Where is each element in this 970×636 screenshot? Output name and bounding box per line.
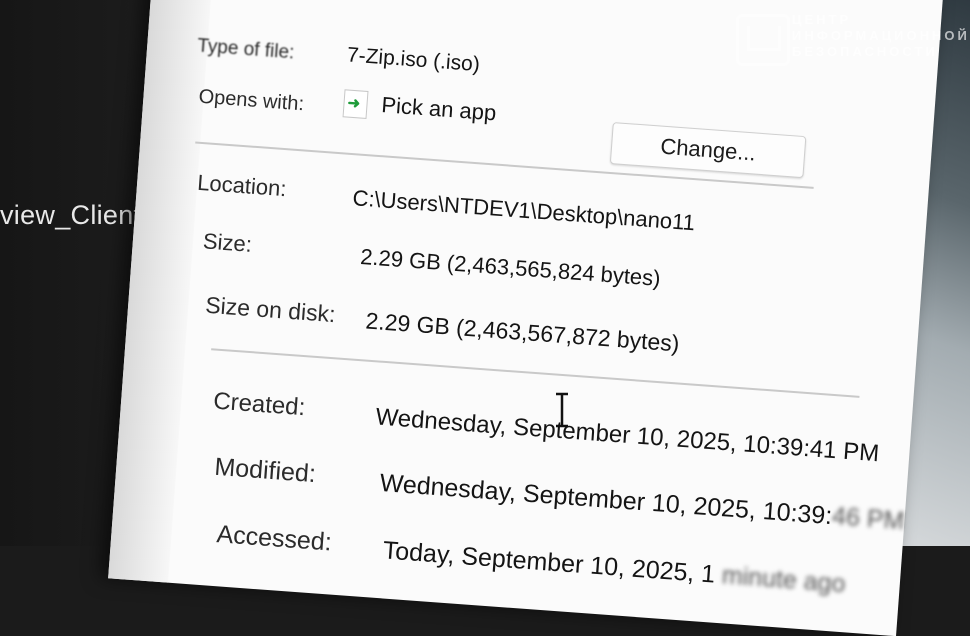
watermark-logo-icon xyxy=(736,14,790,66)
location-value[interactable]: C:\Users\NTDEV1\Desktop\nano11 xyxy=(352,185,696,236)
watermark-line-1: ЦЕНТР xyxy=(792,12,852,27)
modified-value-text: Wednesday, September 10, 2025, 10:39: xyxy=(378,468,834,531)
size-value[interactable]: 2.29 GB (2,463,565,824 bytes) xyxy=(359,244,661,292)
change-button[interactable]: Change... xyxy=(609,122,807,179)
watermark-line-3: БЕЗОПАСНОСТИ xyxy=(792,44,938,59)
modified-value[interactable]: Wednesday, September 10, 2025, 10:39:46 … xyxy=(379,469,906,536)
created-label: Created: xyxy=(212,387,307,422)
created-value[interactable]: Wednesday, September 10, 2025, 10:39:41 … xyxy=(375,403,880,468)
accessed-value-blurred: minute ago xyxy=(721,561,847,599)
size-on-disk-label: Size on disk: xyxy=(204,291,337,328)
opens-with-app: Pick an app xyxy=(380,92,498,126)
location-label: Location: xyxy=(196,169,288,202)
size-on-disk-value[interactable]: 2.29 GB (2,463,567,872 bytes) xyxy=(365,307,681,357)
text-cursor-icon xyxy=(556,392,568,428)
opens-with-label: Opens with: xyxy=(197,85,305,116)
modified-value-blurred: 46 PM xyxy=(831,502,906,536)
pick-app-icon xyxy=(342,89,369,120)
modified-label: Modified: xyxy=(213,452,317,489)
separator-2 xyxy=(211,348,860,398)
watermark: ЦЕНТР ИНФОРМАЦИОННОЙ БЕЗОПАСНОСТИ xyxy=(736,12,967,66)
accessed-label: Accessed: xyxy=(215,520,333,557)
properties-dialog: Type of file: 7-Zip.iso (.iso) Opens wit… xyxy=(108,0,943,636)
type-of-file-value: 7-Zip.iso (.iso) xyxy=(346,43,481,77)
type-of-file-label: Type of file: xyxy=(196,35,296,64)
accessed-value-text: Today, September 10, 2025, 1 xyxy=(381,536,717,589)
opens-with-value: Pick an app xyxy=(342,89,498,128)
watermark-line-2: ИНФОРМАЦИОННОЙ xyxy=(792,28,970,43)
size-label: Size: xyxy=(202,228,253,257)
